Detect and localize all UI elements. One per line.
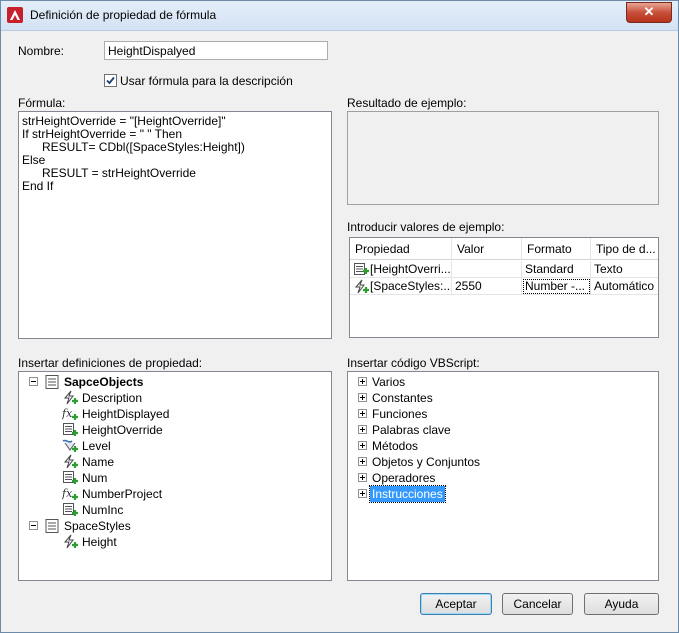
svg-text:fx: fx: [62, 407, 73, 420]
expand-toggle[interactable]: [358, 457, 367, 466]
autocad-app-icon: [7, 7, 23, 23]
location-property-icon: [62, 438, 78, 454]
vbscript-item-metodos[interactable]: Métodos: [372, 438, 418, 454]
collapse-toggle[interactable]: [29, 521, 38, 530]
window-title: Definición de propiedad de fórmula: [30, 8, 217, 22]
property-table-icon: [62, 502, 78, 518]
row-type: Texto: [591, 261, 658, 278]
automatic-property-icon: [353, 279, 369, 295]
tree-item[interactable]: Description: [82, 390, 142, 406]
use-formula-label[interactable]: Usar fórmula para la descripción: [120, 74, 293, 88]
row-property: [SpaceStyles:...: [370, 279, 452, 293]
row-property: [HeightOverri...: [370, 262, 451, 276]
property-set-icon: [44, 518, 60, 534]
vbscript-item-constantes[interactable]: Constantes: [372, 390, 433, 406]
vbscript-item-funciones[interactable]: Funciones: [372, 406, 427, 422]
row-format[interactable]: Number -...: [522, 278, 591, 295]
property-set-icon: [44, 374, 60, 390]
accept-button[interactable]: Aceptar: [420, 593, 492, 615]
expand-toggle[interactable]: [358, 377, 367, 386]
formula-editor[interactable]: strHeightOverride = "[HeightOverride]" I…: [18, 111, 332, 339]
tree-item[interactable]: Level: [82, 438, 111, 454]
sample-result-label: Resultado de ejemplo:: [347, 96, 467, 110]
formula-line: If strHeightOverride = " " Then: [22, 127, 183, 141]
automatic-property-icon: [62, 534, 78, 550]
tree-group-spacestyles[interactable]: SpaceStyles: [64, 518, 131, 534]
cancel-button[interactable]: Cancelar: [502, 593, 573, 615]
formula-line: RESULT = strHeightOverride: [22, 166, 196, 180]
vbscript-item-varios[interactable]: Varios: [372, 374, 405, 390]
close-icon: ✕: [643, 4, 655, 19]
checkmark-icon: [106, 76, 115, 85]
title-bar[interactable]: Definición de propiedad de fórmula ✕: [1, 1, 678, 31]
tree-group-sapceobjects[interactable]: SapceObjects: [64, 374, 143, 390]
property-definitions-tree[interactable]: SapceObjects Description fx HeightDispla…: [18, 371, 332, 581]
formula-line: strHeightOverride = "[HeightOverride]": [22, 114, 226, 128]
vbscript-item-instrucciones[interactable]: Instrucciones: [369, 485, 446, 503]
expand-toggle[interactable]: [358, 425, 367, 434]
tree-item[interactable]: NumberProject: [82, 486, 162, 502]
tree-item[interactable]: NumInc: [82, 502, 123, 518]
tree-item[interactable]: HeightDisplayed: [82, 406, 169, 422]
row-type: Automático: [591, 278, 658, 295]
column-header-valor[interactable]: Valor: [452, 238, 522, 260]
tree-item[interactable]: Name: [82, 454, 114, 470]
property-table-icon: [62, 422, 78, 438]
vbscript-item-objetos[interactable]: Objetos y Conjuntos: [372, 454, 480, 470]
column-header-propiedad[interactable]: Propiedad: [350, 238, 452, 260]
row-value[interactable]: 2550: [452, 278, 522, 295]
vbscript-label: Insertar código VBScript:: [347, 356, 480, 370]
property-definitions-label: Insertar definiciones de propiedad:: [18, 356, 203, 370]
expand-toggle[interactable]: [358, 441, 367, 450]
sample-result-box: [347, 111, 659, 205]
vbscript-item-palabras-clave[interactable]: Palabras clave: [372, 422, 451, 438]
expand-toggle[interactable]: [358, 393, 367, 402]
expand-toggle[interactable]: [358, 409, 367, 418]
row-format[interactable]: Standard: [522, 261, 591, 278]
expand-toggle[interactable]: [358, 473, 367, 482]
tree-item[interactable]: Num: [82, 470, 107, 486]
use-formula-checkbox[interactable]: [104, 74, 117, 87]
vbscript-tree[interactable]: Varios Constantes Funciones Palabras cla…: [347, 371, 659, 581]
automatic-property-icon: [62, 390, 78, 406]
formula-property-icon: fx: [61, 406, 78, 422]
formula-line: Else: [22, 153, 46, 167]
row-value[interactable]: [452, 261, 522, 278]
close-button[interactable]: ✕: [626, 2, 672, 23]
sample-values-label: Introducir valores de ejemplo:: [347, 220, 505, 234]
tree-item[interactable]: HeightOverride: [82, 422, 163, 438]
sample-values-grid[interactable]: Propiedad Valor Formato Tipo de d... [He…: [349, 237, 659, 338]
property-table-icon: [353, 262, 369, 278]
formula-label: Fórmula:: [18, 96, 66, 110]
formula-property-icon: fx: [61, 486, 78, 502]
svg-text:fx: fx: [62, 487, 73, 500]
property-table-icon: [62, 470, 78, 486]
formula-line: RESULT= CDbl([SpaceStyles:Height]): [22, 140, 245, 154]
column-header-formato[interactable]: Formato: [522, 238, 591, 260]
tree-item[interactable]: Height: [82, 534, 117, 550]
formula-line: End If: [22, 179, 54, 193]
collapse-toggle[interactable]: [29, 377, 38, 386]
vbscript-item-operadores[interactable]: Operadores: [372, 470, 435, 486]
column-header-tipo[interactable]: Tipo de d...: [591, 238, 658, 260]
automatic-property-icon: [62, 454, 78, 470]
help-button[interactable]: Ayuda: [584, 593, 659, 615]
name-label: Nombre:: [18, 44, 65, 58]
expand-toggle[interactable]: [358, 489, 367, 498]
dialog-window: Definición de propiedad de fórmula ✕ Nom…: [0, 0, 679, 633]
name-input[interactable]: HeightDispalyed: [104, 41, 328, 60]
